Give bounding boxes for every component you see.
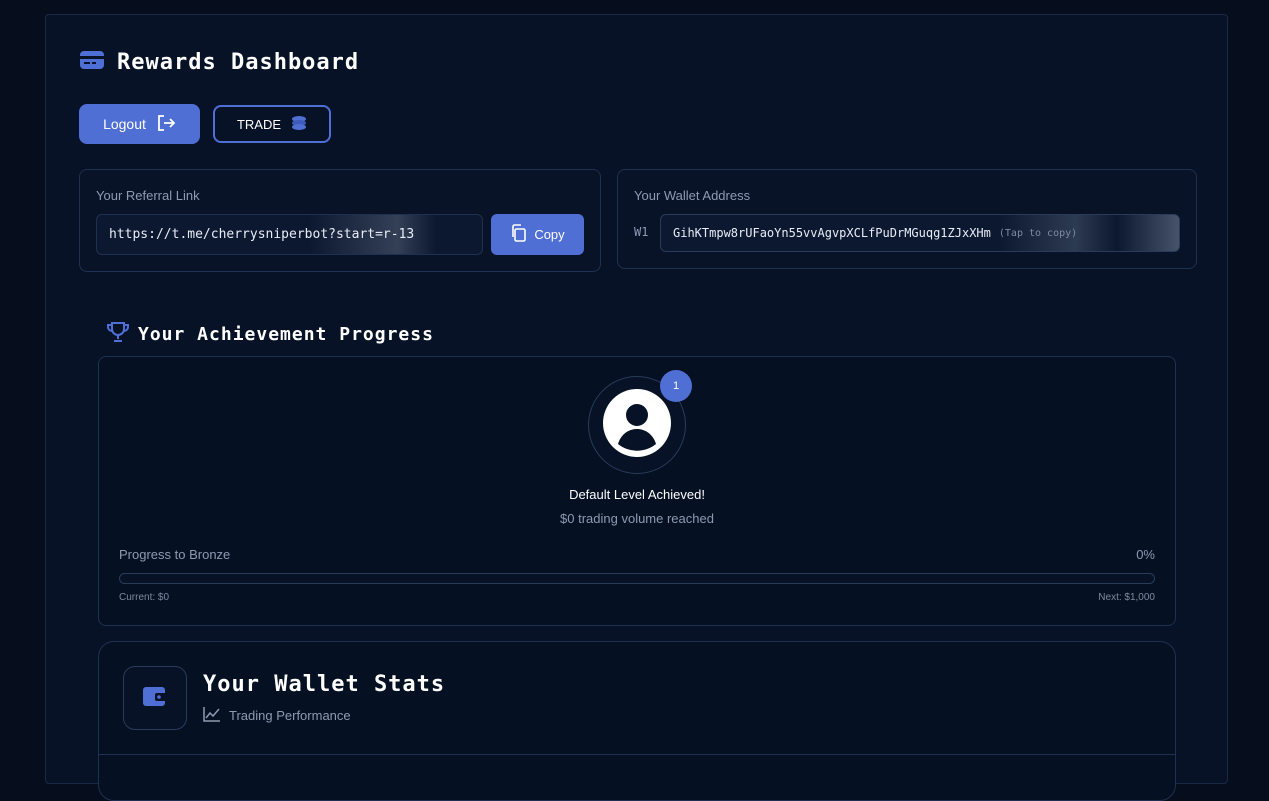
progress-next: Next: $1,000 xyxy=(1098,592,1155,603)
trophy-icon xyxy=(106,321,130,348)
achievement-title: Your Achievement Progress xyxy=(138,324,434,345)
volume-status: $0 trading volume reached xyxy=(560,511,714,526)
tap-to-copy-hint: (Tap to copy) xyxy=(998,227,1078,239)
copy-icon xyxy=(510,224,527,245)
trade-button[interactable]: TRADE xyxy=(213,105,331,143)
progress-label: Progress to Bronze xyxy=(119,547,231,562)
level-status: Default Level Achieved! xyxy=(569,487,705,502)
wallet-stats-subtitle: Trading Performance xyxy=(203,706,351,725)
wallet-prefix: W1 xyxy=(634,225,649,239)
wallet-icon xyxy=(142,684,168,713)
trade-label: TRADE xyxy=(236,116,282,132)
wallet-address-label: Your Wallet Address xyxy=(634,188,751,203)
user-avatar-icon xyxy=(603,388,671,462)
logout-icon xyxy=(156,114,176,135)
page-title: Rewards Dashboard xyxy=(117,50,360,75)
referral-card: Your Referral Link https://t.me/cherrysn… xyxy=(79,169,601,272)
wallet-stats-title: Your Wallet Stats xyxy=(203,672,446,697)
progress-percent: 0% xyxy=(1136,547,1155,562)
wallet-stats-card: Your Wallet Stats Trading Performance xyxy=(98,641,1176,801)
achievement-card: 1 Default Level Achieved! $0 trading vol… xyxy=(98,356,1176,626)
wallet-address-value: GihKTmpw8rUFaoYn55vvAgvpXCLfPuDrMGuqg1ZJ… xyxy=(673,226,991,240)
chart-line-icon xyxy=(203,706,221,725)
copy-label: Copy xyxy=(534,227,565,242)
progress-current: Current: $0 xyxy=(119,592,170,603)
wallet-stats-divider xyxy=(99,754,1175,755)
progress-bar xyxy=(119,573,1155,584)
referral-label: Your Referral Link xyxy=(96,188,200,203)
achievement-header: Your Achievement Progress xyxy=(106,321,434,348)
wallet-address-field[interactable]: GihKTmpw8rUFaoYn55vvAgvpXCLfPuDrMGuqg1ZJ… xyxy=(660,214,1180,252)
card-icon xyxy=(79,49,105,76)
level-badge: 1 xyxy=(660,370,692,402)
dashboard-frame: Rewards Dashboard Logout TRADE Your Refe… xyxy=(45,14,1228,801)
coins-icon xyxy=(291,115,307,134)
wallet-icon-box xyxy=(123,666,187,730)
wallet-stats-subtitle-text: Trading Performance xyxy=(229,708,351,723)
wallet-address-card: Your Wallet Address W1 GihKTmpw8rUFaoYn5… xyxy=(617,169,1197,269)
referral-link-field[interactable]: https://t.me/cherrysniperbot?start=r-13 xyxy=(96,214,483,255)
logout-button[interactable]: Logout xyxy=(79,104,200,144)
page-header: Rewards Dashboard xyxy=(79,49,359,76)
copy-button[interactable]: Copy xyxy=(491,214,584,255)
logout-label: Logout xyxy=(103,116,146,132)
